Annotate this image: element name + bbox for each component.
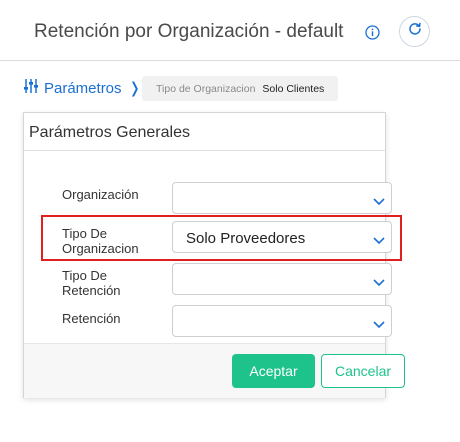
sliders-icon [23, 78, 39, 98]
filter-chip-value: Solo Clientes [262, 82, 325, 95]
chevron-down-icon [373, 193, 385, 206]
refresh-button[interactable] [399, 16, 430, 47]
chevron-down-icon [373, 232, 385, 245]
panel-divider [24, 150, 385, 151]
parameters-panel: Parámetros Generales Organización Tipo D… [23, 112, 405, 398]
tipo-organizacion-value: Solo Proveedores [186, 230, 306, 247]
page-header: Retención por Organización - default [0, 0, 460, 61]
retencion-label: Retención [62, 311, 121, 326]
page-title: Retención por Organización - default [34, 21, 344, 42]
parameters-label: Parámetros [44, 79, 122, 97]
tipo-organizacion-select[interactable]: Solo Proveedores [172, 221, 392, 253]
tipo-organizacion-label: Tipo De Organizacion [62, 226, 139, 256]
parameters-toggle[interactable]: Parámetros ❭ [23, 78, 141, 98]
organizacion-label: Organización [62, 187, 139, 202]
cancel-button[interactable]: Cancelar [321, 354, 405, 388]
panel-footer: Aceptar Cancelar [24, 343, 405, 398]
chevron-right-icon: ❭ [128, 80, 142, 97]
filter-chip: Tipo de Organizacion Solo Clientes [142, 76, 339, 101]
filter-chip-key: Tipo de Organizacion [156, 82, 256, 95]
panel-title: Parámetros Generales [29, 124, 190, 141]
info-circle-icon[interactable] [365, 25, 380, 40]
organizacion-select[interactable] [172, 182, 392, 214]
refresh-icon [408, 22, 422, 41]
tipo-retencion-label: Tipo De Retención [62, 268, 121, 298]
chevron-down-icon [373, 316, 385, 329]
chevron-down-icon [373, 274, 385, 287]
retencion-select[interactable] [172, 305, 392, 337]
accept-button[interactable]: Aceptar [232, 354, 315, 388]
tipo-retencion-select[interactable] [172, 263, 392, 295]
